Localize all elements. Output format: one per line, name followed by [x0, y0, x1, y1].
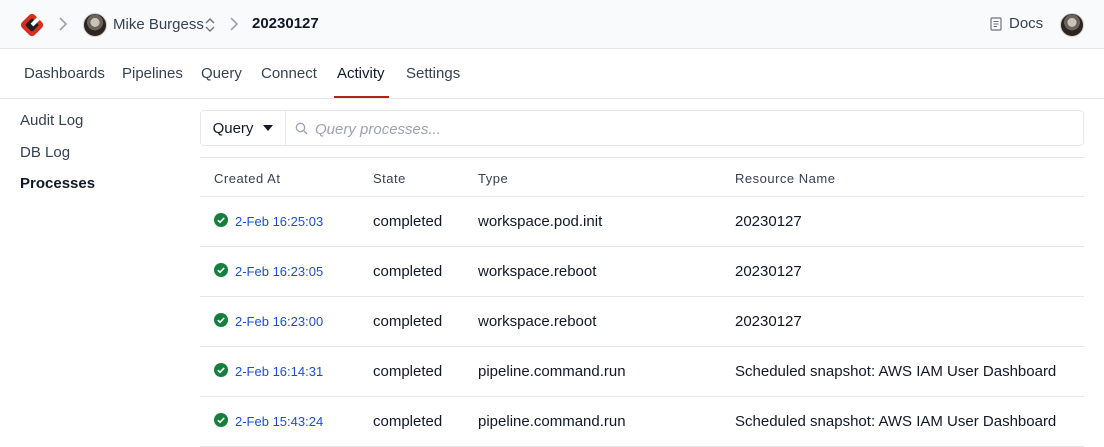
- created-at-link[interactable]: 2-Feb 16:14:31: [235, 364, 323, 379]
- tab-pipelines[interactable]: Pipelines: [122, 65, 183, 82]
- created-at-link[interactable]: 2-Feb 16:23:05: [235, 264, 323, 279]
- search-input[interactable]: [313, 117, 1077, 141]
- state-cell: completed: [373, 413, 443, 430]
- table-row[interactable]: 2-Feb 16:25:03 completed workspace.pod.i…: [200, 197, 1084, 247]
- table-row[interactable]: 2-Feb 16:14:31 completed pipeline.comman…: [200, 347, 1084, 397]
- type-cell: workspace.reboot: [478, 313, 597, 330]
- query-mode-label: Query: [212, 119, 254, 137]
- sidebar-item-audit-log[interactable]: Audit Log: [20, 112, 83, 129]
- tab-activity[interactable]: Activity: [337, 65, 385, 82]
- table-row[interactable]: 2-Feb 16:23:05 completed workspace.reboo…: [200, 247, 1084, 297]
- sidebar-item-processes[interactable]: Processes: [20, 175, 95, 192]
- chevron-right-icon: [59, 17, 68, 31]
- user-name[interactable]: Mike Burgess: [113, 16, 204, 33]
- created-at-link[interactable]: 2-Feb 15:43:24: [235, 414, 323, 429]
- search-icon: [295, 122, 308, 135]
- updown-icon[interactable]: [204, 17, 216, 33]
- type-cell: pipeline.command.run: [478, 363, 626, 380]
- column-header-created-at[interactable]: Created At: [214, 171, 280, 186]
- sidebar-item-db-log[interactable]: DB Log: [20, 144, 70, 161]
- tab-dashboards[interactable]: Dashboards: [24, 65, 105, 82]
- account-avatar[interactable]: [1060, 13, 1084, 37]
- type-cell: pipeline.command.run: [478, 413, 626, 430]
- check-circle-icon: [214, 213, 228, 227]
- resource-name-cell: Scheduled snapshot: AWS IAM User Dashboa…: [735, 413, 1057, 430]
- resource-name-cell: 20230127: [735, 213, 802, 230]
- workspace-name[interactable]: 20230127: [252, 15, 319, 32]
- tab-query[interactable]: Query: [201, 65, 242, 82]
- table-row[interactable]: 2-Feb 15:43:24 completed pipeline.comman…: [200, 397, 1084, 447]
- logo-icon[interactable]: [20, 13, 44, 37]
- caret-down-icon: [263, 125, 274, 131]
- state-cell: completed: [373, 263, 443, 280]
- state-cell: completed: [373, 363, 443, 380]
- check-circle-icon: [214, 363, 228, 377]
- docs-label: Docs: [1009, 15, 1044, 32]
- query-mode-dropdown[interactable]: Query: [201, 111, 286, 145]
- docs-link[interactable]: Docs: [990, 15, 1043, 32]
- tab-connect[interactable]: Connect: [261, 65, 317, 82]
- type-cell: workspace.reboot: [478, 263, 597, 280]
- top-bar: Mike Burgess 20230127 Docs: [0, 0, 1104, 49]
- check-circle-icon: [214, 413, 228, 427]
- nav-tabs: Dashboards Pipelines Query Connect Activ…: [0, 50, 1104, 99]
- column-header-type[interactable]: Type: [478, 171, 508, 186]
- processes-table: Created At State Type Resource Name 2-Fe…: [200, 157, 1084, 447]
- user-avatar[interactable]: [83, 13, 107, 37]
- resource-name-cell: 20230127: [735, 313, 802, 330]
- search-bar: Query: [200, 110, 1084, 146]
- table-row[interactable]: 2-Feb 16:23:00 completed workspace.reboo…: [200, 297, 1084, 347]
- check-circle-icon: [214, 263, 228, 277]
- active-tab-indicator: [334, 96, 389, 98]
- chevron-right-icon: [230, 17, 239, 31]
- docs-icon: [990, 16, 1002, 31]
- resource-name-cell: Scheduled snapshot: AWS IAM User Dashboa…: [735, 363, 1057, 380]
- resource-name-cell: 20230127: [735, 263, 802, 280]
- state-cell: completed: [373, 313, 443, 330]
- state-cell: completed: [373, 213, 443, 230]
- tab-settings[interactable]: Settings: [406, 65, 460, 82]
- column-header-state[interactable]: State: [373, 171, 406, 186]
- column-header-resource-name[interactable]: Resource Name: [735, 171, 835, 186]
- type-cell: workspace.pod.init: [478, 213, 603, 230]
- created-at-link[interactable]: 2-Feb 16:23:00: [235, 314, 323, 329]
- check-circle-icon: [214, 313, 228, 327]
- table-header: Created At State Type Resource Name: [200, 157, 1084, 197]
- created-at-link[interactable]: 2-Feb 16:25:03: [235, 214, 323, 229]
